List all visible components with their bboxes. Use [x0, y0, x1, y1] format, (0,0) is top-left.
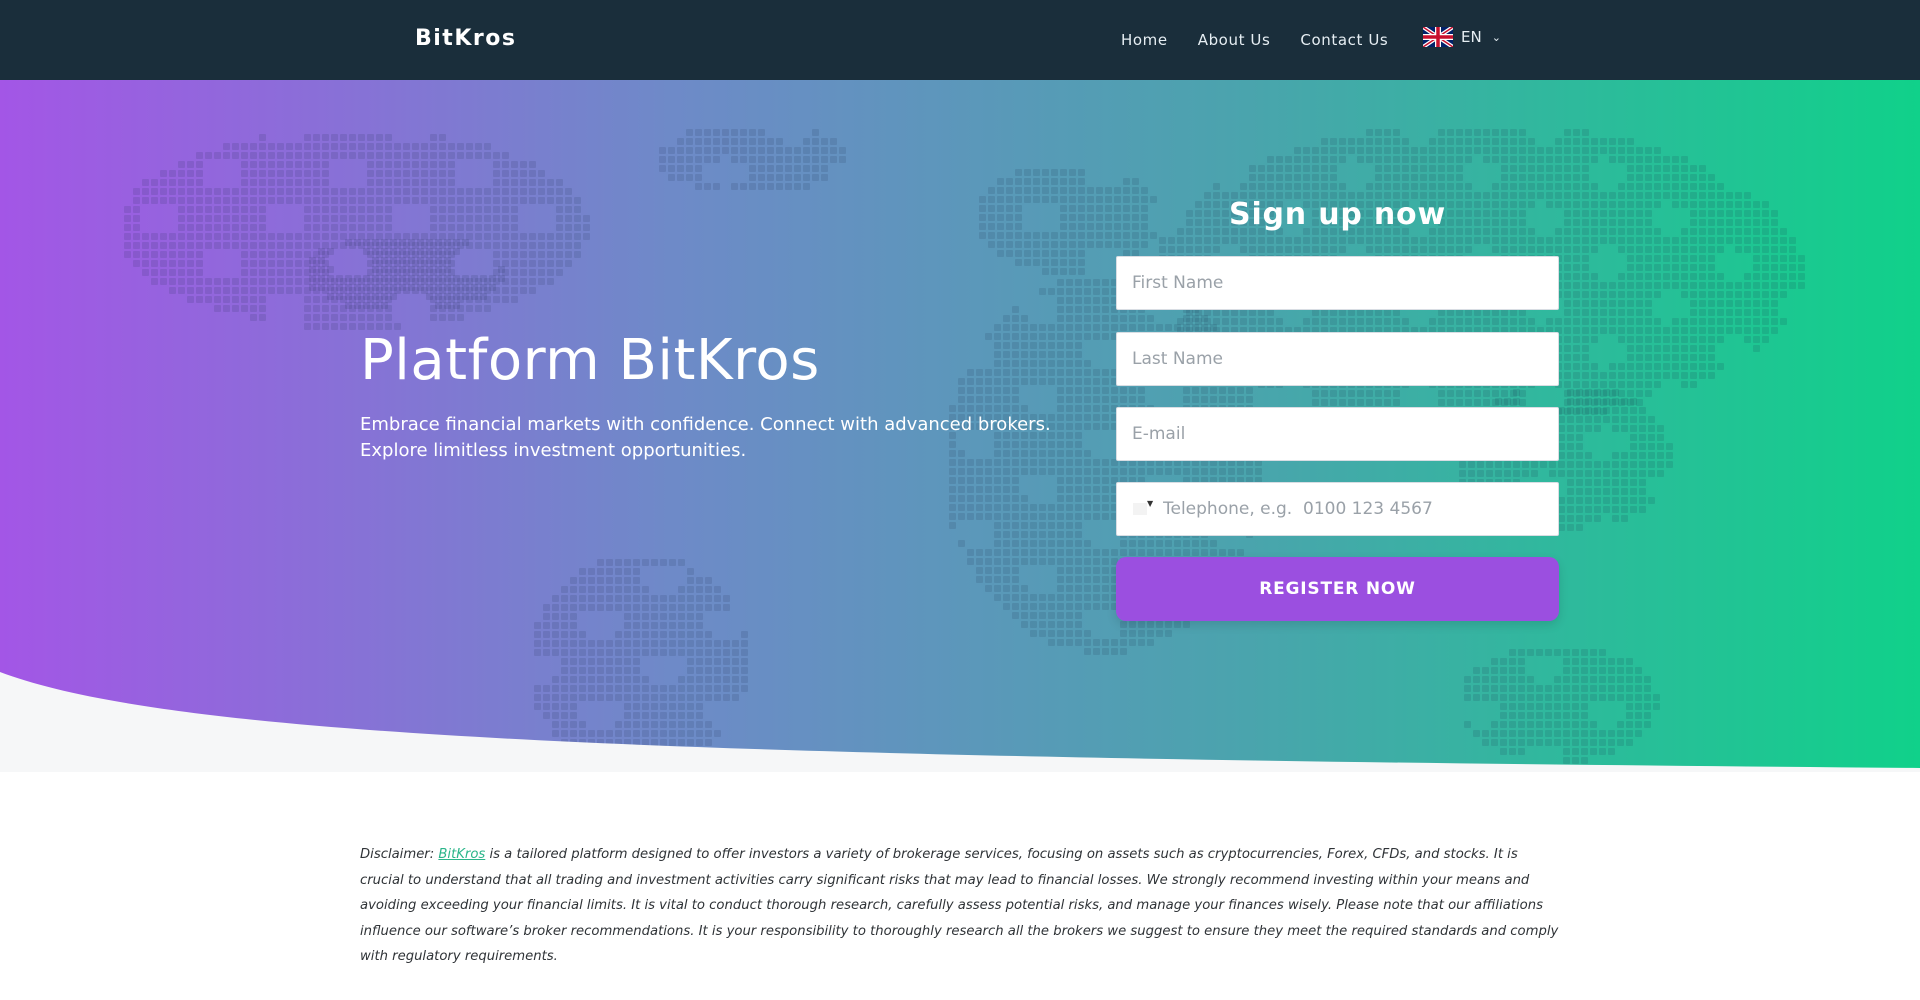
- nav-links: Home About Us Contact Us: [1121, 31, 1388, 49]
- phone-input[interactable]: [1163, 483, 1553, 535]
- disclaimer-body: is a tailored platform designed to offer…: [360, 847, 1559, 964]
- disclaimer-prefix: Disclaimer:: [360, 847, 439, 862]
- hero-section: Platform BitKros Embrace financial marke…: [0, 80, 1920, 772]
- disclaimer-brand-link[interactable]: BitKros: [438, 847, 485, 862]
- country-dropdown-caret-icon[interactable]: ▼: [1147, 499, 1153, 508]
- nav-link-about-us[interactable]: About Us: [1198, 31, 1271, 49]
- top-navbar: BitKros Home About Us Contact Us EN ⌄: [0, 0, 1920, 80]
- signup-form-title: Sign up now: [1229, 197, 1446, 232]
- nav-link-home[interactable]: Home: [1121, 31, 1168, 49]
- disclaimer-text: Disclaimer: BitKros is a tailored platfo…: [360, 842, 1560, 970]
- site-logo[interactable]: BitKros: [415, 26, 516, 51]
- register-now-button[interactable]: REGISTER NOW: [1116, 557, 1559, 621]
- uk-flag-icon: [1423, 27, 1453, 47]
- language-selector[interactable]: EN ⌄: [1423, 27, 1501, 47]
- hero-title: Platform BitKros: [360, 328, 820, 393]
- chevron-down-icon: ⌄: [1491, 30, 1501, 44]
- hero-subtitle: Embrace financial markets with confidenc…: [360, 414, 1051, 461]
- language-code: EN: [1461, 28, 1482, 46]
- email-input[interactable]: [1116, 407, 1559, 461]
- country-flag-icon[interactable]: [1133, 503, 1147, 515]
- phone-field: ▼: [1116, 482, 1559, 536]
- nav-link-contact-us[interactable]: Contact Us: [1300, 31, 1388, 49]
- last-name-input[interactable]: [1116, 332, 1559, 386]
- first-name-input[interactable]: [1116, 256, 1559, 310]
